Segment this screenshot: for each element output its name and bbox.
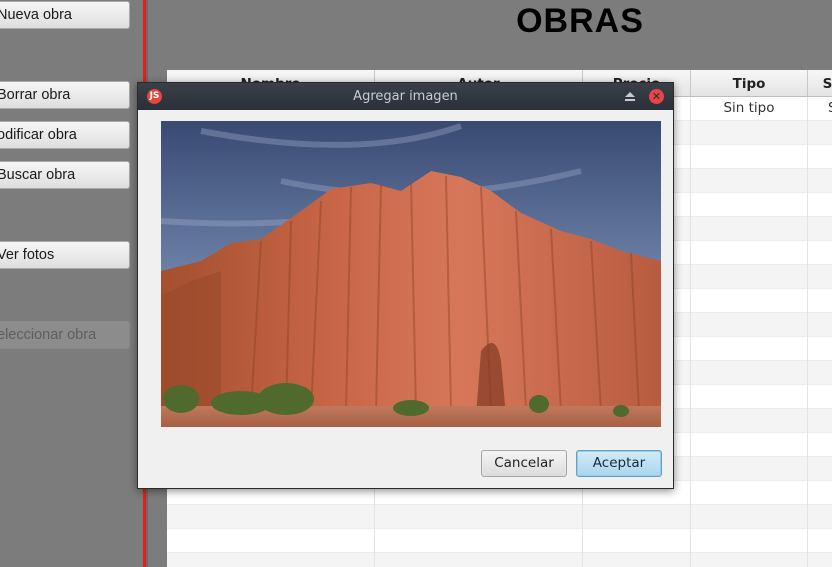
table-row[interactable]: [167, 505, 832, 529]
table-cell: [167, 553, 375, 567]
table-cell: [691, 361, 808, 385]
table-cell: [691, 481, 808, 505]
table-cell: [808, 217, 832, 241]
add-image-dialog: JS Agregar imagen ✕ Cancelar Aceptar: [137, 82, 674, 489]
table-cell: [167, 529, 375, 553]
table-cell: [808, 457, 832, 481]
table-cell: [808, 361, 832, 385]
table-cell: [691, 385, 808, 409]
search-work-button[interactable]: Buscar obra: [0, 161, 130, 189]
new-work-button[interactable]: Nueva obra: [0, 1, 130, 29]
view-photos-button[interactable]: Ver fotos: [0, 241, 130, 269]
table-cell: [808, 265, 832, 289]
table-cell: [691, 265, 808, 289]
table-cell: [808, 169, 832, 193]
maximize-icon[interactable]: [624, 90, 636, 102]
table-cell: [691, 313, 808, 337]
table-cell: [808, 337, 832, 361]
column-header-extra[interactable]: S: [808, 70, 832, 96]
table-cell: [808, 145, 832, 169]
preview-image: [161, 121, 661, 427]
table-cell: [691, 193, 808, 217]
table-cell: [375, 505, 583, 529]
table-cell: [167, 505, 375, 529]
table-cell-type: Sin tipo: [691, 97, 808, 121]
dialog-title: Agregar imagen: [353, 89, 458, 104]
table-cell: [808, 121, 832, 145]
table-cell: [691, 433, 808, 457]
page-title: OBRAS: [516, 2, 644, 40]
table-cell: [691, 169, 808, 193]
table-cell-extra: S: [808, 97, 832, 121]
table-cell: [808, 385, 832, 409]
table-cell: [808, 433, 832, 457]
table-cell: [691, 289, 808, 313]
table-row[interactable]: [167, 529, 832, 553]
table-cell: [583, 505, 691, 529]
table-cell: [808, 313, 832, 337]
table-cell: [808, 553, 832, 567]
table-cell: [691, 145, 808, 169]
table-cell: [808, 289, 832, 313]
dialog-titlebar[interactable]: JS Agregar imagen ✕: [138, 83, 673, 110]
sidebar: Nueva obra Borrar obra odificar obra Bus…: [0, 0, 142, 567]
table-cell: [691, 337, 808, 361]
accept-button[interactable]: Aceptar: [576, 450, 662, 477]
table-cell: [583, 553, 691, 567]
table-cell: [808, 505, 832, 529]
table-cell: [808, 409, 832, 433]
close-icon[interactable]: ✕: [649, 89, 664, 104]
table-cell: [375, 529, 583, 553]
table-cell: [808, 481, 832, 505]
table-cell: [691, 529, 808, 553]
table-cell: [691, 241, 808, 265]
table-cell: [808, 193, 832, 217]
table-cell: [691, 553, 808, 567]
cancel-button[interactable]: Cancelar: [481, 450, 567, 477]
table-cell: [691, 505, 808, 529]
table-row[interactable]: [167, 553, 832, 567]
table-cell: [583, 529, 691, 553]
modify-work-button[interactable]: odificar obra: [0, 121, 130, 149]
select-work-button[interactable]: eleccionar obra: [0, 321, 130, 349]
delete-work-button[interactable]: Borrar obra: [0, 81, 130, 109]
table-cell: [691, 217, 808, 241]
table-cell: [691, 457, 808, 481]
column-header-type[interactable]: Tipo: [691, 70, 808, 96]
table-cell: [691, 409, 808, 433]
table-cell: [691, 121, 808, 145]
table-cell: [808, 529, 832, 553]
table-cell: [375, 553, 583, 567]
table-cell: [808, 241, 832, 265]
